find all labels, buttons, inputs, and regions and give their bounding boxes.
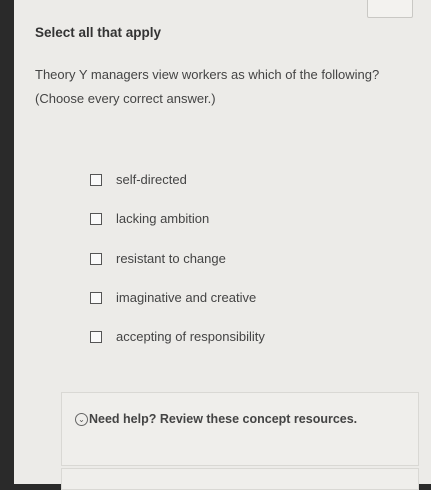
help-link[interactable]: Need help? Review these concept resource… bbox=[89, 409, 389, 429]
question-panel: Select all that apply Theory Y managers … bbox=[14, 0, 431, 490]
option-label: imaginative and creative bbox=[116, 290, 257, 305]
next-section-box bbox=[61, 468, 419, 490]
option-accepting-of-responsibility[interactable]: accepting of responsibility bbox=[90, 329, 265, 344]
instruction-heading: Select all that apply bbox=[35, 25, 162, 40]
checkbox[interactable] bbox=[90, 173, 102, 186]
top-right-control[interactable] bbox=[367, 0, 413, 18]
option-resistant-to-change[interactable]: resistant to change bbox=[90, 251, 226, 266]
checkbox[interactable] bbox=[90, 291, 102, 304]
question-text: Theory Y managers view workers as which … bbox=[35, 67, 380, 106]
option-self-directed[interactable]: self-directed bbox=[90, 172, 187, 187]
checkbox[interactable] bbox=[90, 212, 102, 225]
option-label: self-directed bbox=[116, 172, 187, 187]
chevron-down-circle-icon[interactable]: ⌄ bbox=[75, 413, 88, 426]
checkbox[interactable] bbox=[90, 252, 102, 265]
option-label: accepting of responsibility bbox=[116, 329, 265, 344]
checkbox[interactable] bbox=[90, 330, 102, 343]
help-section[interactable]: ⌄ Need help? Review these concept resour… bbox=[61, 392, 419, 466]
option-label: resistant to change bbox=[116, 251, 226, 266]
option-label: lacking ambition bbox=[116, 211, 210, 226]
option-imaginative-and-creative[interactable]: imaginative and creative bbox=[90, 290, 256, 305]
option-lacking-ambition[interactable]: lacking ambition bbox=[90, 211, 209, 226]
